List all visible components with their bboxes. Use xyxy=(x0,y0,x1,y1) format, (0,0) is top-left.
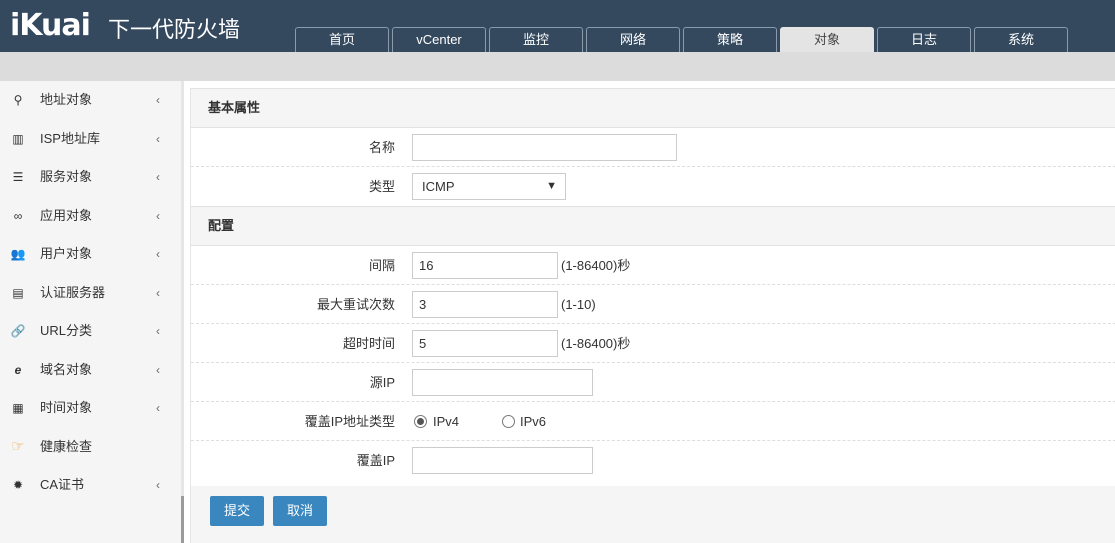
internet-explorer-icon: e xyxy=(14,362,22,377)
sidebar-item-label: 用户对象 xyxy=(40,246,93,261)
ipv6-radio-label[interactable]: IPv6 xyxy=(520,402,546,441)
sidebar-item-time-object[interactable]: ▦ 时间对象 ‹ xyxy=(0,389,181,428)
sidebar: ⚲ 地址对象 ‹ ▥ ISP地址库 ‹ ☰ 服务对象 ‹ ∞ 应用对象 ‹ 👥 … xyxy=(0,81,181,543)
chevron-left-icon: ‹ xyxy=(156,478,160,492)
top-header: iKuai 下一代防火墙 首页 vCenter 监控 网络 策略 对象 日志 系… xyxy=(0,0,1115,52)
timeout-input[interactable]: 5 xyxy=(412,330,558,357)
tab-system[interactable]: 系统 xyxy=(974,27,1068,52)
sidebar-scrollbar-track[interactable] xyxy=(181,81,184,543)
source-ip-label: 源IP xyxy=(369,375,395,390)
chevron-left-icon: ‹ xyxy=(156,247,160,261)
interval-row: 间隔 16 (1-86400)秒 xyxy=(191,246,1115,285)
sidebar-item-label: 域名对象 xyxy=(40,361,93,377)
chevron-left-icon: ‹ xyxy=(156,324,160,338)
sidebar-item-url-category[interactable]: 🔗 URL分类 ‹ xyxy=(0,312,181,351)
server-icon: ▤ xyxy=(12,285,24,300)
ipv4-radio-label[interactable]: IPv4 xyxy=(433,402,459,441)
type-label: 类型 xyxy=(368,179,395,194)
sidebar-scrollbar-thumb[interactable] xyxy=(181,496,184,543)
link-icon: 🔗 xyxy=(10,324,26,338)
ipv6-radio[interactable] xyxy=(502,415,515,428)
override-ip-type-label: 覆盖IP地址类型 xyxy=(304,414,395,429)
certificate-icon: ✹ xyxy=(12,478,24,492)
sidebar-item-label: URL分类 xyxy=(40,323,93,338)
main-nav: 首页 vCenter 监控 网络 策略 对象 日志 系统 xyxy=(295,27,1071,52)
name-label: 名称 xyxy=(368,140,395,155)
tab-objects[interactable]: 对象 xyxy=(780,27,874,52)
type-row: 类型 ICMP ▼ xyxy=(191,167,1115,206)
override-ip-row: 覆盖IP xyxy=(191,441,1115,480)
sidebar-item-address-object[interactable]: ⚲ 地址对象 ‹ xyxy=(0,81,181,120)
tab-logs[interactable]: 日志 xyxy=(877,27,971,52)
override-ip-type-row: 覆盖IP地址类型 IPv4 IPv6 xyxy=(191,402,1115,441)
sidebar-item-label: 认证服务器 xyxy=(40,284,106,300)
type-select[interactable]: ICMP ▼ xyxy=(412,173,566,200)
chevron-left-icon: ‹ xyxy=(156,401,160,415)
source-ip-input[interactable] xyxy=(412,369,593,396)
sidebar-item-isp-library[interactable]: ▥ ISP地址库 ‹ xyxy=(0,120,181,159)
chevron-left-icon: ‹ xyxy=(156,131,160,146)
gamepad-icon: ∞ xyxy=(13,208,23,223)
basic-attributes-section: 基本属性 xyxy=(191,88,1115,128)
timeout-hint: (1-86400)秒 xyxy=(561,336,631,351)
health-check-form: 基本属性 名称 类型 ICMP ▼ 配置 间隔 16 (1-86400)秒 最大… xyxy=(190,88,1115,543)
sidebar-item-app-object[interactable]: ∞ 应用对象 ‹ xyxy=(0,197,181,236)
brand-title: 下一代防火墙 xyxy=(108,18,241,43)
sidebar-item-label: ISP地址库 xyxy=(40,130,100,146)
sidebar-item-label: 时间对象 xyxy=(40,400,93,415)
map-icon: ▥ xyxy=(12,131,24,146)
max-retry-row: 最大重试次数 3 (1-10) xyxy=(191,285,1115,324)
sidebar-item-label: 应用对象 xyxy=(40,207,93,223)
interval-input[interactable]: 16 xyxy=(412,252,558,279)
config-section: 配置 xyxy=(191,206,1115,246)
chevron-left-icon: ‹ xyxy=(156,170,160,184)
ipv4-radio[interactable] xyxy=(414,415,427,428)
name-row: 名称 xyxy=(191,128,1115,167)
type-select-value: ICMP xyxy=(422,179,455,194)
tab-home[interactable]: 首页 xyxy=(295,27,389,52)
max-retry-hint: (1-10) xyxy=(561,297,596,312)
sidebar-item-ca-cert[interactable]: ✹ CA证书 ‹ xyxy=(0,466,181,505)
sidebar-item-label: CA证书 xyxy=(40,477,85,492)
tab-monitor[interactable]: 监控 xyxy=(489,27,583,52)
override-ip-label: 覆盖IP xyxy=(356,453,395,468)
tab-vcenter[interactable]: vCenter xyxy=(392,27,486,52)
users-icon: 👥 xyxy=(10,247,26,261)
chevron-left-icon: ‹ xyxy=(156,93,160,107)
sidebar-item-service-object[interactable]: ☰ 服务对象 ‹ xyxy=(0,158,181,197)
sidebar-item-label: 服务对象 xyxy=(40,169,93,184)
tab-policy[interactable]: 策略 xyxy=(683,27,777,52)
sidebar-item-auth-server[interactable]: ▤ 认证服务器 ‹ xyxy=(0,274,181,313)
cancel-button[interactable]: 取消 xyxy=(273,496,328,526)
tab-network[interactable]: 网络 xyxy=(586,27,680,52)
interval-hint: (1-86400)秒 xyxy=(561,258,631,273)
submit-button[interactable]: 提交 xyxy=(210,496,265,526)
sidebar-item-health-check[interactable]: ☞ 健康检查 xyxy=(0,428,181,467)
ikuai-logo[interactable]: iKuai xyxy=(10,8,91,43)
override-ip-input[interactable] xyxy=(412,447,593,474)
chevron-left-icon: ‹ xyxy=(156,362,160,377)
hand-pointer-icon: ☞ xyxy=(11,437,25,455)
map-marker-icon: ⚲ xyxy=(13,93,23,107)
sidebar-item-user-object[interactable]: 👥 用户对象 ‹ xyxy=(0,235,181,274)
name-input[interactable] xyxy=(412,134,677,161)
chevron-left-icon: ‹ xyxy=(156,285,160,300)
sidebar-item-label: 健康检查 xyxy=(40,438,93,454)
list-icon: ☰ xyxy=(12,170,24,184)
calendar-icon: ▦ xyxy=(12,401,24,415)
sidebar-item-label: 地址对象 xyxy=(40,92,93,107)
sidebar-item-domain-object[interactable]: e 域名对象 ‹ xyxy=(0,351,181,390)
max-retry-label: 最大重试次数 xyxy=(316,297,395,312)
interval-label: 间隔 xyxy=(368,258,395,273)
max-retry-input[interactable]: 3 xyxy=(412,291,558,318)
sub-toolbar xyxy=(0,52,1115,81)
chevron-down-icon: ▼ xyxy=(546,180,557,192)
timeout-row: 超时时间 5 (1-86400)秒 xyxy=(191,324,1115,363)
form-actions: 提交 取消 xyxy=(191,486,1115,543)
timeout-label: 超时时间 xyxy=(342,336,395,351)
chevron-left-icon: ‹ xyxy=(156,208,160,223)
source-ip-row: 源IP xyxy=(191,363,1115,402)
